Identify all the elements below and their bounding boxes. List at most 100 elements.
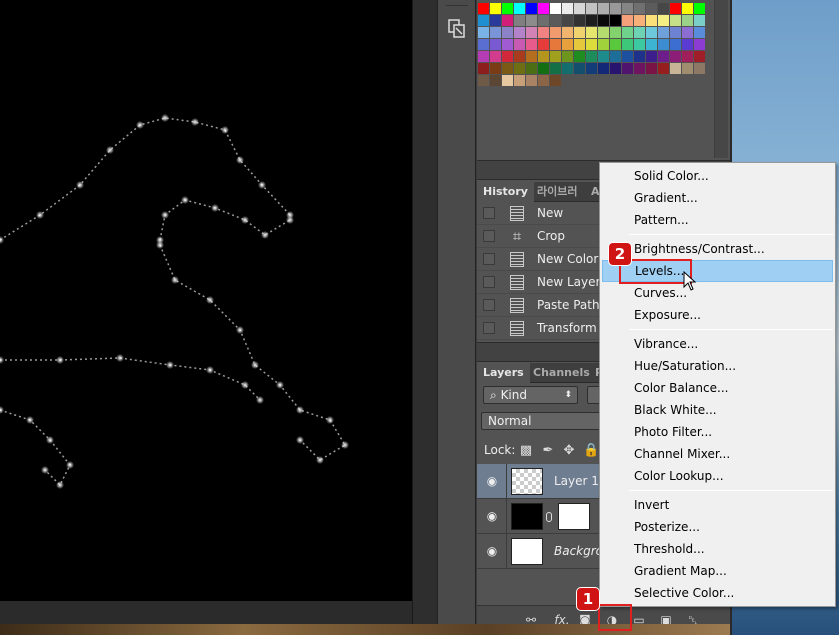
menu-item-posterize[interactable]: Posterize...: [602, 516, 833, 538]
color-swatch[interactable]: [514, 75, 525, 86]
color-swatch[interactable]: [562, 63, 573, 74]
color-swatch[interactable]: [694, 15, 705, 26]
color-swatch[interactable]: [598, 15, 609, 26]
color-swatch[interactable]: [490, 39, 501, 50]
menu-item-black-white[interactable]: Black White...: [602, 399, 833, 421]
color-swatch[interactable]: [490, 15, 501, 26]
color-swatch[interactable]: [670, 63, 681, 74]
color-swatch[interactable]: [658, 63, 669, 74]
color-swatch[interactable]: [550, 63, 561, 74]
color-swatch[interactable]: [670, 15, 681, 26]
color-swatch[interactable]: [682, 15, 693, 26]
color-swatch[interactable]: [502, 27, 513, 38]
color-swatch[interactable]: [646, 39, 657, 50]
layer-filter-select[interactable]: ⌕ Kind ⬍: [483, 386, 578, 404]
color-swatch[interactable]: [586, 63, 597, 74]
color-swatch[interactable]: [526, 3, 537, 14]
color-swatch[interactable]: [634, 51, 645, 62]
color-swatch[interactable]: [586, 3, 597, 14]
color-swatch[interactable]: [502, 3, 513, 14]
color-swatch[interactable]: [574, 51, 585, 62]
color-swatch[interactable]: [670, 39, 681, 50]
color-swatch[interactable]: [574, 15, 585, 26]
color-swatch[interactable]: [682, 39, 693, 50]
canvas-scrollbar[interactable]: [412, 0, 437, 635]
color-swatch[interactable]: [514, 39, 525, 50]
color-swatch[interactable]: [598, 63, 609, 74]
color-swatch[interactable]: [658, 27, 669, 38]
color-swatch[interactable]: [658, 51, 669, 62]
color-swatch[interactable]: [574, 3, 585, 14]
color-swatch[interactable]: [610, 3, 621, 14]
color-swatch[interactable]: [694, 63, 705, 74]
color-swatch[interactable]: [550, 51, 561, 62]
menu-item-exposure[interactable]: Exposure...: [602, 304, 833, 326]
color-swatch[interactable]: [502, 51, 513, 62]
color-swatch[interactable]: [598, 27, 609, 38]
color-swatch[interactable]: [598, 3, 609, 14]
color-swatch[interactable]: [634, 3, 645, 14]
color-swatch[interactable]: [586, 39, 597, 50]
color-swatch[interactable]: [646, 3, 657, 14]
color-swatch[interactable]: [634, 39, 645, 50]
color-swatch[interactable]: [538, 39, 549, 50]
color-swatch[interactable]: [514, 27, 525, 38]
color-swatch[interactable]: [694, 3, 705, 14]
color-swatch[interactable]: [574, 63, 585, 74]
color-swatch[interactable]: [622, 39, 633, 50]
color-swatch[interactable]: [694, 51, 705, 62]
color-swatch[interactable]: [502, 39, 513, 50]
color-swatch[interactable]: [682, 51, 693, 62]
history-snapshot-checkbox[interactable]: [483, 322, 495, 334]
color-swatch[interactable]: [610, 27, 621, 38]
color-swatch[interactable]: [610, 51, 621, 62]
color-swatch[interactable]: [490, 27, 501, 38]
color-swatch[interactable]: [538, 75, 549, 86]
menu-item-color-balance[interactable]: Color Balance...: [602, 377, 833, 399]
menu-item-photo-filter[interactable]: Photo Filter...: [602, 421, 833, 443]
color-swatch[interactable]: [538, 15, 549, 26]
menu-item-vibrance[interactable]: Vibrance...: [602, 333, 833, 355]
color-swatch[interactable]: [490, 51, 501, 62]
color-swatch[interactable]: [658, 15, 669, 26]
color-swatch[interactable]: [646, 27, 657, 38]
color-swatch[interactable]: [622, 51, 633, 62]
menu-item-channel-mixer[interactable]: Channel Mixer...: [602, 443, 833, 465]
layer-thumbnail[interactable]: [511, 503, 543, 530]
color-swatch[interactable]: [670, 3, 681, 14]
color-swatch[interactable]: [538, 3, 549, 14]
color-swatch[interactable]: [550, 15, 561, 26]
color-swatch[interactable]: [538, 27, 549, 38]
color-swatch[interactable]: [478, 39, 489, 50]
tab-libraries[interactable]: 라이브러: [531, 182, 583, 202]
chain-link-icon[interactable]: [546, 512, 552, 522]
document-canvas[interactable]: [0, 0, 412, 601]
color-swatch[interactable]: [622, 27, 633, 38]
color-swatch[interactable]: [586, 27, 597, 38]
color-swatch[interactable]: [538, 63, 549, 74]
panel-grip[interactable]: [446, 0, 468, 6]
color-swatch[interactable]: [670, 51, 681, 62]
layer-thumbnail[interactable]: [511, 468, 543, 495]
color-swatch[interactable]: [478, 27, 489, 38]
color-swatch[interactable]: [502, 75, 513, 86]
color-swatch[interactable]: [562, 51, 573, 62]
color-swatch[interactable]: [646, 51, 657, 62]
color-swatch[interactable]: [562, 39, 573, 50]
lock-transparent-icon[interactable]: ▩: [518, 443, 534, 459]
layer-mask-thumbnail[interactable]: [558, 503, 590, 530]
color-swatch[interactable]: [550, 27, 561, 38]
brush-preset-icon[interactable]: [444, 14, 470, 42]
color-swatch[interactable]: [586, 15, 597, 26]
history-snapshot-checkbox[interactable]: [483, 276, 495, 288]
color-swatch[interactable]: [634, 27, 645, 38]
color-swatch[interactable]: [622, 15, 633, 26]
history-snapshot-checkbox[interactable]: [483, 253, 495, 265]
color-swatch[interactable]: [610, 63, 621, 74]
color-swatch[interactable]: [682, 63, 693, 74]
color-swatch[interactable]: [526, 63, 537, 74]
menu-item-pattern[interactable]: Pattern...: [602, 209, 833, 231]
menu-item-curves[interactable]: Curves...: [602, 282, 833, 304]
color-swatch[interactable]: [526, 51, 537, 62]
color-swatch[interactable]: [490, 3, 501, 14]
